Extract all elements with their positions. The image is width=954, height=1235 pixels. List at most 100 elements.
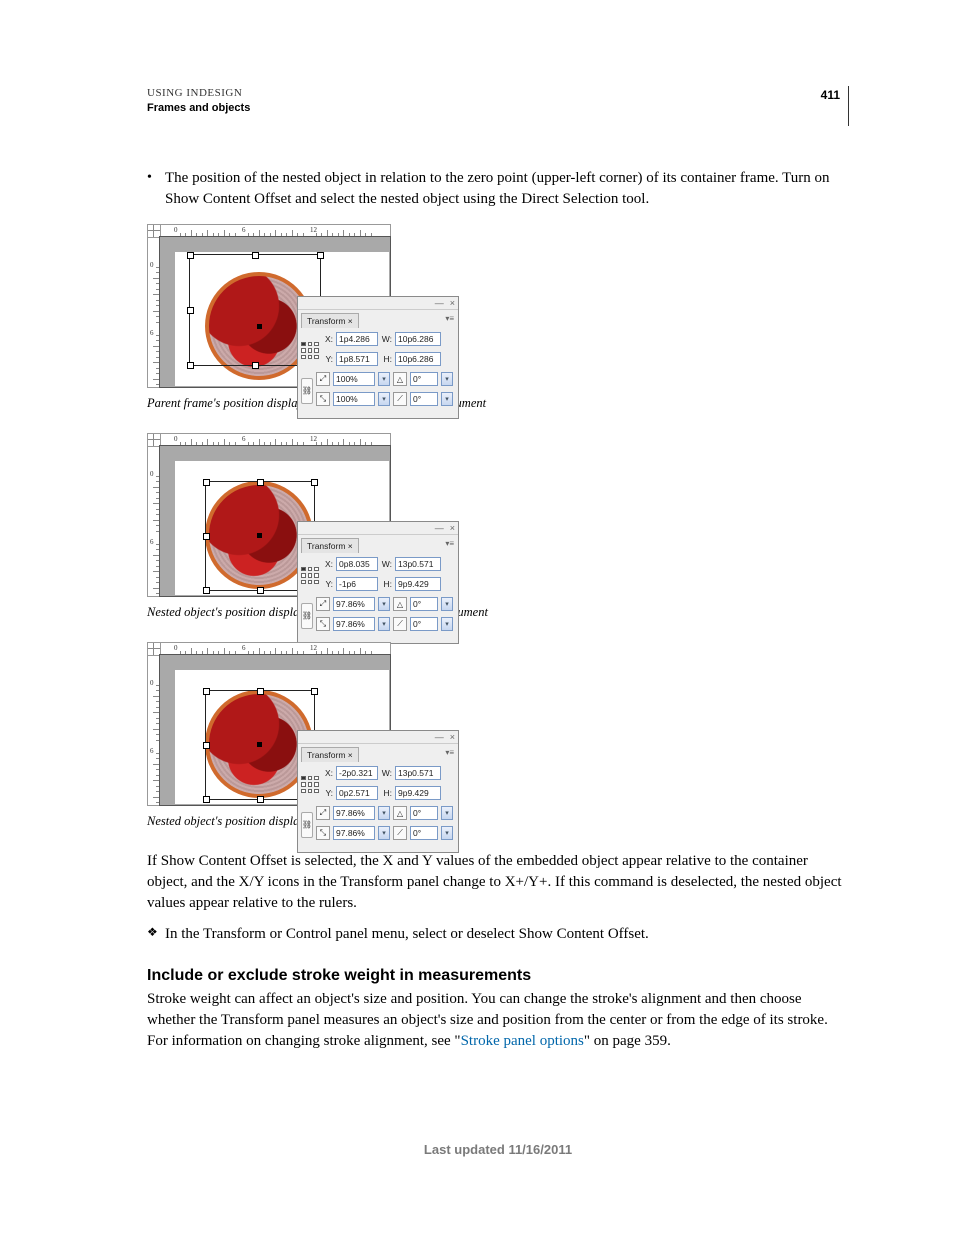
y-field[interactable]: -1p6 [336, 577, 378, 591]
selection-handle[interactable] [203, 587, 210, 594]
selection-handle[interactable] [203, 742, 210, 749]
selection-handle[interactable] [257, 796, 264, 803]
minimize-icon[interactable]: — [435, 298, 444, 308]
selection-handle[interactable] [187, 307, 194, 314]
stroke-panel-options-link[interactable]: Stroke panel options [461, 1033, 584, 1049]
constrain-proportions-icon[interactable]: ⛓ [301, 812, 313, 838]
scale-icon: ⤡ [316, 617, 330, 631]
h-field[interactable]: 9p9.429 [395, 577, 441, 591]
rotation-field[interactable]: 0° [410, 372, 438, 386]
scale-y-field[interactable]: 100% [333, 392, 375, 406]
selection-handle[interactable] [257, 587, 264, 594]
tab-close-icon[interactable]: × [345, 316, 352, 326]
panel-menu-icon[interactable]: ▾≡ [445, 314, 454, 323]
dropdown-icon[interactable]: ▾ [441, 597, 453, 611]
dropdown-icon[interactable]: ▾ [378, 392, 390, 406]
ruler-tick: 6 [242, 435, 246, 443]
ruler-tick: 0 [174, 435, 178, 443]
selection-handle[interactable] [252, 362, 259, 369]
dropdown-icon[interactable]: ▾ [378, 597, 390, 611]
tab-close-icon[interactable]: × [345, 541, 352, 551]
dropdown-icon[interactable]: ▾ [378, 372, 390, 386]
minimize-icon[interactable]: — [435, 523, 444, 533]
selection-handle[interactable] [203, 479, 210, 486]
scale-x-field[interactable]: 97.86% [333, 597, 375, 611]
text-run: " on page 359. [584, 1033, 671, 1049]
shear-field[interactable]: 0° [410, 826, 438, 840]
rotation-field[interactable]: 0° [410, 806, 438, 820]
constrain-proportions-icon[interactable]: ⛓ [301, 603, 313, 629]
h-field[interactable]: 9p9.429 [395, 786, 441, 800]
reference-point-proxy[interactable] [301, 342, 319, 360]
selection-handle[interactable] [203, 796, 210, 803]
panel-menu-icon[interactable]: ▾≡ [445, 539, 454, 548]
close-icon[interactable]: × [450, 523, 455, 533]
selection-handle[interactable] [257, 688, 264, 695]
selection-handle[interactable] [203, 688, 210, 695]
tab-label: Transform [307, 316, 345, 326]
rotation-icon: △ [393, 372, 407, 386]
w-field[interactable]: 13p0.571 [395, 557, 441, 571]
shear-field[interactable]: 0° [410, 392, 438, 406]
selection-handle[interactable] [203, 533, 210, 540]
subheading: Include or exclude stroke weight in meas… [147, 967, 849, 985]
panel-menu-icon[interactable]: ▾≡ [445, 748, 454, 757]
h-field[interactable]: 10p6.286 [395, 352, 441, 366]
selection-handle[interactable] [252, 252, 259, 259]
reference-point-proxy[interactable] [301, 567, 319, 585]
dropdown-icon[interactable]: ▾ [441, 806, 453, 820]
figure: 061206—×Transform ×▾≡X:-2p0.321Y:0p2.571… [147, 642, 849, 829]
transform-panel: —×Transform ×▾≡X:1p4.286Y:1p8.571W:10p6.… [297, 296, 459, 419]
scale-y-field[interactable]: 97.86% [333, 826, 375, 840]
y-field[interactable]: 1p8.571 [336, 352, 378, 366]
field-label: H: [381, 788, 392, 798]
field-label: W: [381, 768, 392, 778]
scale-icon: ⤢ [316, 806, 330, 820]
transform-tab[interactable]: Transform × [301, 313, 359, 328]
dropdown-icon[interactable]: ▾ [378, 826, 390, 840]
scale-y-field[interactable]: 97.86% [333, 617, 375, 631]
figure-caption: Nested object's position displayed relat… [147, 814, 849, 829]
transform-tab[interactable]: Transform × [301, 538, 359, 553]
ruler-tick: 6 [150, 538, 154, 546]
transform-panel: —×Transform ×▾≡X:-2p0.321Y:0p2.571W:13p0… [297, 730, 459, 853]
rotation-field[interactable]: 0° [410, 597, 438, 611]
scale-x-field[interactable]: 100% [333, 372, 375, 386]
selection-handle[interactable] [311, 688, 318, 695]
close-icon[interactable]: × [450, 732, 455, 742]
tab-close-icon[interactable]: × [345, 750, 352, 760]
constrain-proportions-icon[interactable]: ⛓ [301, 378, 313, 404]
paragraph: If Show Content Offset is selected, the … [147, 851, 849, 914]
selection-handle[interactable] [187, 252, 194, 259]
w-field[interactable]: 13p0.571 [395, 766, 441, 780]
scale-x-field[interactable]: 97.86% [333, 806, 375, 820]
dropdown-icon[interactable]: ▾ [441, 826, 453, 840]
close-icon[interactable]: × [450, 298, 455, 308]
w-field[interactable]: 10p6.286 [395, 332, 441, 346]
dropdown-icon[interactable]: ▾ [378, 806, 390, 820]
figure-caption: Parent frame's position displayed relati… [147, 396, 849, 411]
field-label: H: [381, 579, 392, 589]
footer-date: 11/16/2011 [508, 1142, 572, 1157]
field-label: Y: [322, 579, 333, 589]
reference-point-proxy[interactable] [301, 776, 319, 794]
page-number: 411 [821, 86, 848, 102]
dropdown-icon[interactable]: ▾ [378, 617, 390, 631]
shear-icon: ⟋ [393, 392, 407, 406]
dropdown-icon[interactable]: ▾ [441, 392, 453, 406]
x-field[interactable]: 1p4.286 [336, 332, 378, 346]
y-field[interactable]: 0p2.571 [336, 786, 378, 800]
selection-handle[interactable] [311, 479, 318, 486]
dropdown-icon[interactable]: ▾ [441, 372, 453, 386]
x-field[interactable]: -2p0.321 [336, 766, 378, 780]
bullet-item: The position of the nested object in rel… [165, 168, 849, 210]
selection-handle[interactable] [257, 479, 264, 486]
scale-icon: ⤢ [316, 372, 330, 386]
x-field[interactable]: 0p8.035 [336, 557, 378, 571]
shear-field[interactable]: 0° [410, 617, 438, 631]
minimize-icon[interactable]: — [435, 732, 444, 742]
selection-handle[interactable] [187, 362, 194, 369]
dropdown-icon[interactable]: ▾ [441, 617, 453, 631]
transform-tab[interactable]: Transform × [301, 747, 359, 762]
selection-handle[interactable] [317, 252, 324, 259]
